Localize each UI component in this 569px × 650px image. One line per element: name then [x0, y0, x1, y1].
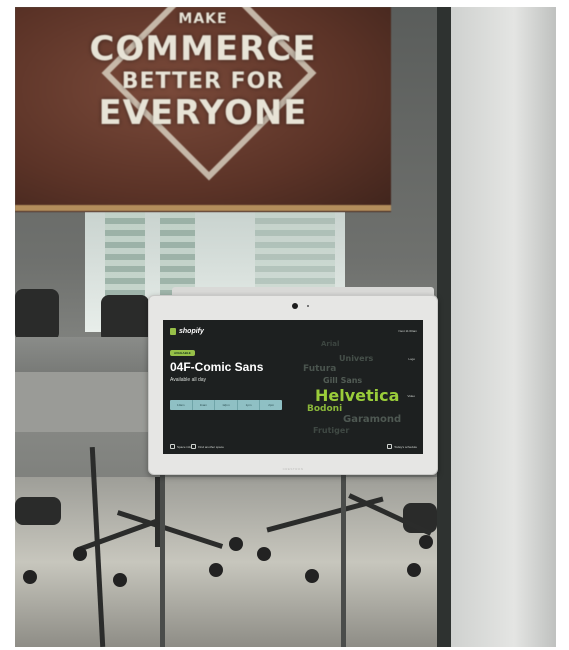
find-space-label: Find another space: [198, 444, 224, 449]
next-meeting-time: Next 11:00am: [398, 329, 417, 333]
room-name: 04F-Comic Sans: [170, 360, 264, 374]
photo: MAKE COMMERCE BETTER FOR EVERYONE Arial …: [15, 7, 556, 647]
wordart-word: Bodoni: [307, 404, 343, 414]
wordart-word: Garamond: [343, 414, 402, 425]
sign-line-3: BETTER FOR: [121, 69, 285, 94]
wordart-word: Arial: [321, 340, 340, 348]
availability-text: Available all day: [170, 377, 207, 383]
shopify-bag-icon: [170, 328, 176, 335]
screen-footer: Space info Find another space Today's sc…: [170, 444, 417, 449]
chair-wheel: [229, 537, 243, 551]
chair-wheel: [113, 573, 127, 587]
wordart-word: Univers: [339, 354, 374, 363]
info-icon: [170, 444, 175, 449]
chair-back-center: [101, 295, 149, 343]
wordart-word: Futura: [303, 364, 337, 374]
brand-logo: shopify: [170, 328, 204, 335]
timeline-slot[interactable]: 1pm: [238, 400, 261, 410]
find-space-button[interactable]: Find another space: [191, 444, 224, 449]
chair-wheel: [305, 569, 319, 583]
timeline-slot[interactable]: 10am: [170, 400, 193, 410]
wall-sign: MAKE COMMERCE BETTER FOR EVERYONE: [15, 7, 391, 212]
wordart-word: Frutiger: [313, 426, 350, 435]
stand-pole-left: [160, 473, 165, 647]
sign-frame: [15, 205, 391, 211]
sign-line-4: EVERYONE: [98, 93, 308, 133]
chair-wheel: [257, 547, 271, 561]
space-info-button[interactable]: Space info: [170, 444, 191, 449]
timeline-slot[interactable]: 12pm: [215, 400, 238, 410]
sign-line-1: MAKE: [178, 11, 228, 27]
timeline-slot[interactable]: 11am: [193, 400, 216, 410]
timeline-bar[interactable]: 10am 11am 12pm 1pm 2pm: [170, 400, 282, 410]
chair-wheel: [23, 570, 37, 584]
door-wall: [451, 7, 556, 647]
door-frame: [437, 7, 451, 647]
timeline-slot[interactable]: 2pm: [260, 400, 282, 410]
search-icon: [191, 444, 197, 449]
camera-icon: [292, 303, 298, 309]
side-label: Logo: [408, 357, 415, 361]
calendar-icon: [387, 444, 393, 449]
chair-wheel: [209, 563, 223, 577]
wordart-word-highlight: Helvetica: [315, 386, 400, 405]
space-info-label: Space info: [177, 444, 192, 449]
wordart-word: Gill Sans: [323, 376, 363, 385]
chair-back-left: [15, 289, 59, 341]
sensor-dot: [307, 305, 309, 307]
status-badge: AVAILABLE: [170, 350, 195, 356]
room-booking-tablet: Arial Univers Futura Gill Sans Helvetica…: [148, 295, 438, 475]
chair-wheel: [73, 547, 87, 561]
table-edge: [15, 372, 150, 432]
stand-pole-right: [341, 473, 346, 647]
chair-wheel: [419, 535, 433, 549]
schedule-label: Today's schedule: [394, 444, 417, 449]
brand-name: shopify: [179, 328, 204, 335]
chair-seat-left: [15, 497, 61, 525]
chair-wheel: [407, 563, 421, 577]
sign-line-2: COMMERCE: [89, 29, 317, 69]
tablet-manufacturer-label: CRESTRON: [282, 467, 304, 471]
tablet-screen[interactable]: Arial Univers Futura Gill Sans Helvetica…: [163, 320, 423, 454]
font-wordart-background: Arial Univers Futura Gill Sans Helvetica…: [293, 320, 423, 454]
side-label: Video: [407, 394, 415, 398]
schedule-button[interactable]: Today's schedule: [387, 444, 417, 449]
